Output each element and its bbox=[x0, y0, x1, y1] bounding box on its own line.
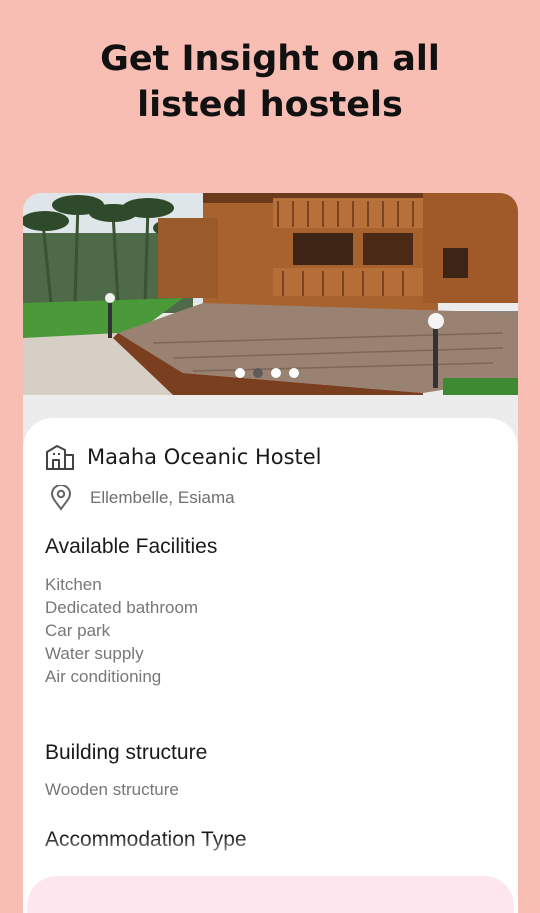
hostel-photo bbox=[23, 193, 518, 395]
facilities-list: Kitchen Dedicated bathroom Car park Wate… bbox=[45, 573, 198, 688]
building-icon bbox=[45, 443, 75, 471]
carousel-dot-3[interactable] bbox=[271, 368, 281, 378]
carousel-dot-4[interactable] bbox=[289, 368, 299, 378]
hostel-location: Ellembelle, Esiama bbox=[90, 488, 235, 507]
location-pin-icon bbox=[50, 485, 72, 511]
promo-headline: Get Insight on all listed hostels bbox=[0, 36, 540, 128]
bottom-action-panel[interactable] bbox=[27, 876, 514, 913]
scroll-fade bbox=[23, 836, 518, 866]
facility-item: Air conditioning bbox=[45, 667, 162, 686]
facilities-heading: Available Facilities bbox=[45, 535, 218, 558]
building-structure-heading: Building structure bbox=[45, 741, 208, 764]
hostel-name: Maaha Oceanic Hostel bbox=[87, 445, 322, 469]
carousel-dot-1[interactable] bbox=[235, 368, 245, 378]
carousel-dot-2-active[interactable] bbox=[253, 368, 263, 378]
hostel-name-row: Maaha Oceanic Hostel bbox=[45, 443, 322, 471]
building-structure-value: Wooden structure bbox=[45, 780, 179, 799]
facility-item: Kitchen bbox=[45, 575, 102, 594]
facility-item: Car park bbox=[45, 621, 111, 640]
hostel-location-row: Ellembelle, Esiama bbox=[50, 485, 235, 511]
phone-screen: Maaha Oceanic Hostel Ellembelle, Esiama … bbox=[23, 193, 518, 913]
hostel-photo-carousel[interactable] bbox=[23, 193, 518, 395]
headline-line-1: Get Insight on all bbox=[100, 39, 440, 79]
facility-item: Water supply bbox=[45, 644, 144, 663]
headline-line-2: listed hostels bbox=[137, 85, 403, 125]
facility-item: Dedicated bathroom bbox=[45, 598, 199, 617]
hostel-details-sheet: Maaha Oceanic Hostel Ellembelle, Esiama … bbox=[23, 418, 518, 913]
carousel-indicator bbox=[235, 368, 299, 378]
